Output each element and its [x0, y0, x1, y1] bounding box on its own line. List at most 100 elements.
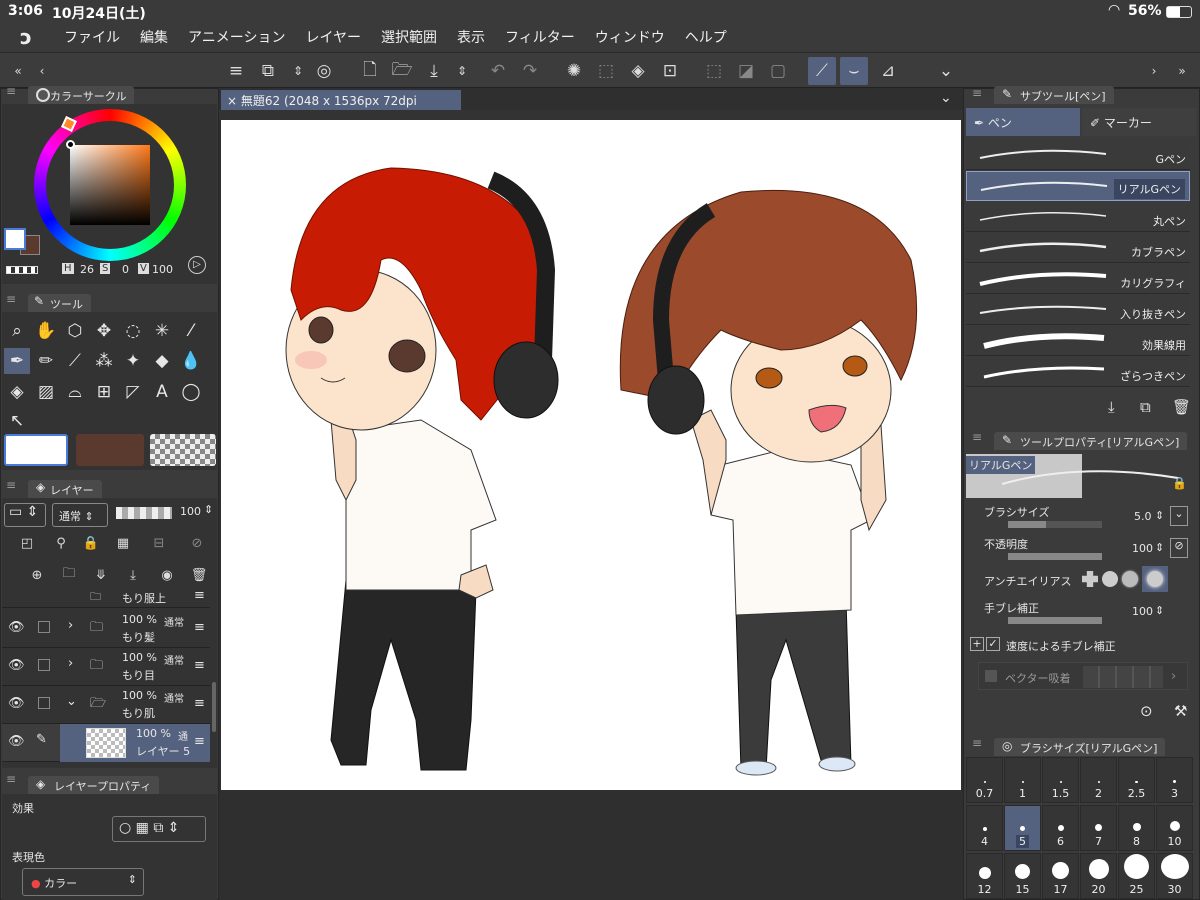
- hamburger-menu-icon[interactable]: ≡: [222, 57, 250, 85]
- layer-property-tab[interactable]: レイヤープロパティ: [28, 776, 160, 794]
- redo-icon[interactable]: ↷: [516, 57, 544, 85]
- grip-icon[interactable]: ≡: [6, 84, 16, 98]
- document-tab[interactable]: × 無題62 (2048 x 1536px 72dpi 74.7%): [221, 90, 461, 123]
- brush-size-cell[interactable]: 20: [1080, 853, 1117, 899]
- brush-size-cell[interactable]: 0.7: [966, 757, 1003, 803]
- draft-layer-icon[interactable]: ⚲: [52, 534, 70, 552]
- brush-size-cell[interactable]: 3: [1156, 757, 1193, 803]
- chevron-right-icon[interactable]: ›: [1171, 669, 1176, 684]
- artwork-canvas[interactable]: [221, 120, 961, 790]
- special-ruler-icon[interactable]: ⌣: [840, 57, 868, 85]
- brush-item-effect-line[interactable]: 効果線用: [966, 326, 1190, 356]
- antialias-options[interactable]: [1082, 566, 1172, 592]
- layer-row-1[interactable]: 👁 › 🗀 100 % 通常 もり髪 ≡: [2, 610, 210, 648]
- loading-icon[interactable]: ✺: [560, 57, 588, 85]
- sub-color-tile[interactable]: [76, 434, 144, 466]
- brush-size-cell[interactable]: 1: [1004, 757, 1041, 803]
- app-logo-small-icon[interactable]: ◎: [310, 57, 338, 85]
- color-play-icon[interactable]: ▷: [188, 256, 206, 274]
- undo-icon[interactable]: ↶: [484, 57, 512, 85]
- brush-size-cell[interactable]: 1.5: [1042, 757, 1079, 803]
- frame-tool-icon[interactable]: ⊞: [91, 379, 117, 405]
- decoration-tool-icon[interactable]: ✦: [120, 348, 146, 374]
- lock-transparent-icon[interactable]: ▦: [114, 534, 132, 552]
- main-color-swatch[interactable]: [4, 228, 26, 250]
- layer-row-2[interactable]: 👁 › 🗀 100 % 通常 もり目 ≡: [2, 648, 210, 686]
- layer-row-4[interactable]: 👁 ✎ 100 % 通 レイヤー 5 ≡: [2, 724, 210, 762]
- layer-scrollbar[interactable]: [212, 682, 216, 732]
- layer-checkbox[interactable]: [38, 659, 50, 671]
- wrench-icon[interactable]: ⚒: [1174, 702, 1187, 720]
- open-folder-icon[interactable]: 🗁: [388, 57, 416, 85]
- brush-size-cell[interactable]: 25: [1118, 853, 1155, 899]
- merge-layer-icon[interactable]: ⤓: [124, 566, 142, 584]
- vector-snap-options[interactable]: [1083, 666, 1163, 688]
- grip-icon[interactable]: ≡: [6, 292, 16, 306]
- grid-snap-icon[interactable]: ⊿: [874, 57, 902, 85]
- app-logo-icon[interactable]: ↄ: [20, 25, 54, 49]
- initial-settings-icon[interactable]: ⊙: [1140, 702, 1153, 720]
- brush-size-cell[interactable]: 30: [1156, 853, 1193, 899]
- duplicate-subtool-icon[interactable]: ⧉: [1140, 398, 1151, 416]
- menu-edit[interactable]: 編集: [130, 27, 178, 47]
- subtool-tab-pen[interactable]: ✒ ペン: [966, 108, 1080, 136]
- invert-selection-icon[interactable]: ◪: [732, 57, 760, 85]
- antialias-strong-icon[interactable]: [1142, 566, 1168, 592]
- stabilization-slider[interactable]: [1008, 617, 1102, 624]
- menu-window[interactable]: ウィンドウ: [585, 27, 675, 47]
- layer-grip-icon[interactable]: ≡: [194, 696, 205, 711]
- magic-wand-tool-icon[interactable]: ✳: [149, 318, 175, 344]
- stepper-icon[interactable]: ⇕: [1155, 509, 1164, 522]
- transfer-layer-icon[interactable]: ⤋: [92, 566, 110, 584]
- brush-size-cell[interactable]: 6: [1042, 805, 1079, 851]
- transparent-color-swatch[interactable]: [6, 266, 38, 274]
- brush-size-cell[interactable]: 2.5: [1118, 757, 1155, 803]
- pen-tool-icon[interactable]: ✒: [4, 348, 30, 374]
- new-canvas-icon[interactable]: ⧉: [254, 57, 282, 85]
- opacity-slider[interactable]: [116, 507, 172, 519]
- brush-size-cell[interactable]: 7: [1080, 805, 1117, 851]
- brush-size-cell[interactable]: 8: [1118, 805, 1155, 851]
- chevron-right-icon[interactable]: ›: [68, 618, 73, 633]
- layer-row-0[interactable]: 🗀 もり服上 ≡: [2, 588, 210, 608]
- expression-color-select[interactable]: ● カラー ⇕: [22, 868, 144, 896]
- layer-grip-icon[interactable]: ≡: [194, 588, 205, 603]
- opacity-stepper-icon[interactable]: ⇕: [204, 503, 213, 516]
- main-color-tile[interactable]: [4, 434, 68, 466]
- expand-icon[interactable]: +: [970, 637, 984, 651]
- object-select-tool-icon[interactable]: ↖: [4, 408, 30, 434]
- fill-icon[interactable]: ◈: [624, 57, 652, 85]
- visibility-eye-icon[interactable]: 👁: [8, 620, 25, 635]
- stepper-2-icon[interactable]: ⇕: [448, 57, 476, 85]
- ruler-tool-icon[interactable]: ◸: [120, 379, 146, 405]
- chevron-down-icon[interactable]: ⌄: [66, 694, 77, 709]
- grip-icon[interactable]: ≡: [972, 86, 982, 100]
- visibility-eye-icon[interactable]: 👁: [8, 658, 25, 673]
- chevron-down-icon[interactable]: ⌄: [932, 57, 960, 85]
- transparent-color-tile[interactable]: [150, 434, 216, 466]
- stepper-icon[interactable]: ⇕: [1155, 604, 1164, 617]
- eyedropper-tool-icon[interactable]: ⁄: [178, 318, 204, 344]
- brush-size-cell[interactable]: 12: [966, 853, 1003, 899]
- transform-icon[interactable]: ⊡: [656, 57, 684, 85]
- brush-item-real-g-pen[interactable]: リアルGペン: [966, 171, 1190, 201]
- brush-item-kabura-pen[interactable]: カブラペン: [966, 233, 1190, 263]
- menu-filter[interactable]: フィルター: [495, 27, 585, 47]
- sv-marker[interactable]: [66, 140, 75, 149]
- brush-size-cell[interactable]: 4: [966, 805, 1003, 851]
- mask-layer-icon[interactable]: ⊘: [184, 534, 210, 552]
- new-folder-icon[interactable]: 🗀: [60, 566, 78, 584]
- menu-selection[interactable]: 選択範囲: [371, 27, 447, 47]
- antialias-mid-icon[interactable]: [1122, 571, 1138, 587]
- menu-help[interactable]: ヘルプ: [675, 27, 737, 47]
- eraser-tool-icon[interactable]: ◆: [149, 348, 175, 374]
- brush-item-iri-nuki-pen[interactable]: 入り抜きペン: [966, 295, 1190, 325]
- vector-snap-row[interactable]: ベクター吸着 ›: [978, 662, 1188, 690]
- brush-size-cell[interactable]: 10: [1156, 805, 1193, 851]
- brush-item-round-pen[interactable]: 丸ペン: [966, 202, 1190, 232]
- layer-color-select[interactable]: ▭ ⇕: [4, 503, 46, 527]
- stepper-icon[interactable]: ⇕: [1155, 541, 1164, 554]
- layer-checkbox[interactable]: [38, 621, 50, 633]
- save-icon[interactable]: ⤓: [420, 57, 448, 85]
- lasso-select-tool-icon[interactable]: ◌: [120, 318, 146, 344]
